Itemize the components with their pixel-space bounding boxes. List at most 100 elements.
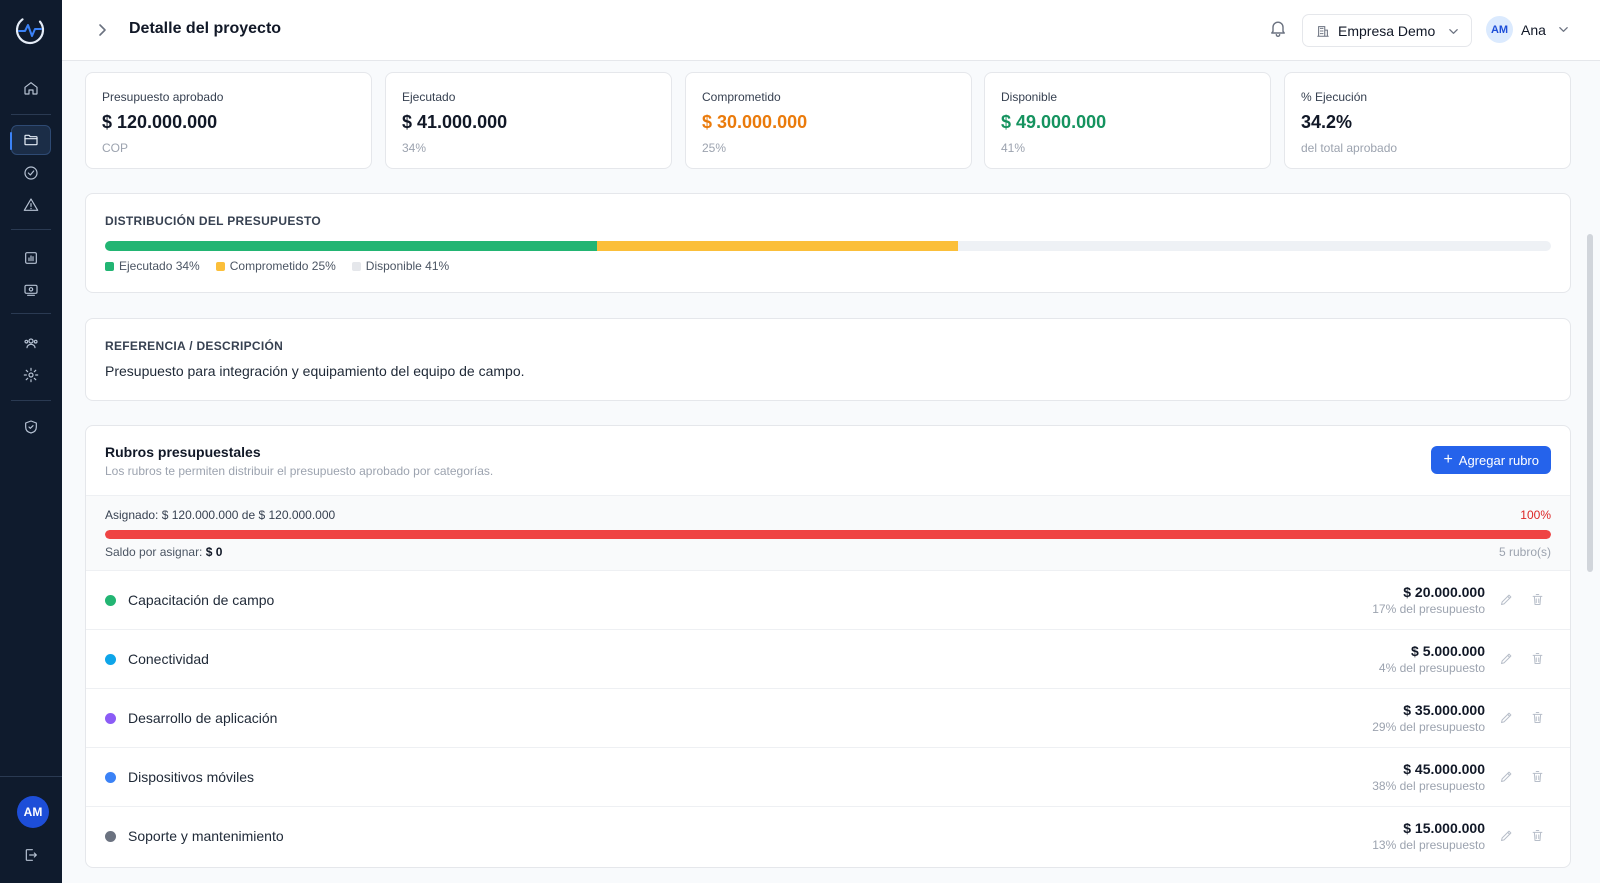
settings-icon — [23, 367, 39, 383]
edit-icon[interactable] — [1499, 710, 1514, 725]
sidebar-divider — [0, 776, 62, 777]
reference-panel: REFERENCIA / DESCRIPCIÓN Presupuesto par… — [85, 318, 1571, 401]
legend-swatch — [351, 261, 361, 271]
rubro-amount: $ 45.000.000 — [1403, 761, 1485, 777]
sidebar-item-settings[interactable] — [11, 360, 51, 390]
add-rubro-button[interactable]: + Agregar rubro — [1431, 446, 1551, 474]
stat-value: $ 120.000.000 — [102, 112, 218, 132]
stat-label: Comprometido — [702, 90, 781, 104]
rubro-color-dot — [105, 713, 116, 724]
folder-icon — [24, 134, 38, 146]
sidebar-divider — [11, 229, 51, 230]
rubro-list: Capacitación de campo $ 20.000.000 17% del… — [86, 571, 1570, 866]
stat-card-available: Disponible $ 49.000.000 41% — [984, 72, 1271, 169]
sidebar-item-home[interactable] — [11, 73, 51, 103]
legend-swatch — [215, 261, 225, 271]
distribution-segment — [105, 241, 597, 251]
sidebar-item-logout[interactable] — [11, 840, 51, 870]
users-icon — [24, 338, 38, 349]
rubro-percent: 38% del presupuesto — [1372, 779, 1485, 793]
app-logo-icon[interactable] — [13, 13, 47, 47]
plus-icon: + — [1443, 451, 1453, 468]
rubros-title: Rubros presupuestales — [105, 444, 261, 460]
user-menu[interactable]: AM Ana — [1486, 16, 1569, 43]
legend-item: Comprometido 25% — [215, 259, 336, 273]
alert-triangle-icon — [23, 198, 39, 211]
assigned-progress-fill — [105, 530, 1551, 539]
stat-sub: 25% — [702, 141, 727, 155]
check-circle-icon — [24, 166, 38, 180]
sidebar-item-team[interactable] — [11, 328, 51, 358]
saldo-value: $ 0 — [205, 545, 223, 559]
legend-label: Comprometido 25% — [229, 259, 336, 273]
rubro-amount: $ 5.000.000 — [1411, 643, 1485, 659]
saldo-label: Saldo por asignar: — [105, 545, 203, 559]
chevron-right-icon[interactable] — [94, 22, 110, 38]
stat-value: 34.2% — [1301, 112, 1353, 132]
legend-item: Disponible 41% — [351, 259, 450, 273]
shield-check-icon — [25, 420, 37, 434]
rubro-percent: 13% del presupuesto — [1372, 838, 1485, 852]
distribution-panel: DISTRIBUCIÓN DEL PRESUPUESTO Ejecutado 3… — [85, 193, 1571, 293]
distribution-legend: Ejecutado 34% Comprometido 25% Disponible … — [105, 259, 449, 273]
rubro-row[interactable]: Dispositivos móviles $ 45.000.000 38% del … — [86, 748, 1570, 807]
sidebar-item-projects[interactable] — [10, 125, 51, 155]
trash-icon[interactable] — [1530, 651, 1545, 666]
rubros-panel: Rubros presupuestales Los rubros te perm… — [85, 425, 1571, 868]
avatar[interactable]: AM — [17, 796, 49, 828]
stat-card-approved: Presupuesto aprobado $ 120.000.000 COP — [85, 72, 372, 169]
sidebar-item-reports[interactable] — [11, 243, 51, 273]
legend-swatch — [105, 261, 114, 271]
edit-icon[interactable] — [1499, 828, 1514, 843]
distribution-segment — [596, 241, 959, 251]
avatar: AM — [1486, 16, 1513, 43]
rubro-row[interactable]: Conectividad $ 5.000.000 4% del presupuest… — [86, 630, 1570, 689]
scrollbar[interactable] — [1587, 234, 1593, 572]
sidebar-item-alerts[interactable] — [11, 190, 51, 220]
rubros-header: Rubros presupuestales Los rubros te perm… — [86, 426, 1570, 495]
stat-sub: del total aprobado — [1301, 141, 1398, 155]
rubro-row[interactable]: Soporte y mantenimiento $ 15.000.000 13% d… — [86, 807, 1570, 866]
rubro-name: Conectividad — [128, 651, 209, 667]
rubro-row[interactable]: Desarrollo de aplicación $ 35.000.000 29% … — [86, 689, 1570, 748]
bar-chart-icon — [25, 252, 37, 264]
assigned-progress-bar — [105, 530, 1551, 539]
edit-icon[interactable] — [1499, 592, 1514, 607]
rubro-name: Desarrollo de aplicación — [128, 710, 278, 726]
rubro-name: Dispositivos móviles — [128, 769, 255, 785]
legend-label: Disponible 41% — [365, 259, 450, 273]
company-name: Empresa Demo — [1338, 22, 1436, 39]
trash-icon[interactable] — [1530, 592, 1545, 607]
stat-card-executed: Ejecutado $ 41.000.000 34% — [385, 72, 672, 169]
chevron-down-icon — [1559, 27, 1568, 32]
rubro-amount: $ 35.000.000 — [1403, 702, 1485, 718]
sidebar-divider — [11, 400, 51, 401]
trash-icon[interactable] — [1530, 828, 1545, 843]
stat-label: % Ejecución — [1301, 90, 1368, 104]
rubro-row[interactable]: Capacitación de campo $ 20.000.000 17% del… — [86, 571, 1570, 630]
rubro-percent: 17% del presupuesto — [1372, 602, 1485, 616]
assigned-text: Asignado: $ 120.000.000 de $ 120.000.000 — [105, 508, 336, 522]
stat-label: Disponible — [1001, 90, 1058, 104]
sidebar-item-security[interactable] — [11, 412, 51, 442]
edit-icon[interactable] — [1499, 769, 1514, 784]
stat-sub: 41% — [1001, 141, 1026, 155]
reference-text: Presupuesto para integración y equipamie… — [105, 363, 525, 379]
edit-icon[interactable] — [1499, 651, 1514, 666]
stat-sub: COP — [102, 141, 129, 155]
sidebar-item-tasks[interactable] — [11, 158, 51, 188]
legend-item: Ejecutado 34% — [105, 259, 200, 273]
sidebar: AM — [0, 0, 62, 883]
saldo-text: Saldo por asignar: $ 0 — [105, 545, 222, 559]
trash-icon[interactable] — [1530, 769, 1545, 784]
page-title: Detalle del proyecto — [129, 20, 282, 37]
distribution-bar — [105, 241, 1551, 251]
topbar: Detalle del proyecto Empresa Demo AM Ana — [62, 0, 1600, 61]
trash-icon[interactable] — [1530, 710, 1545, 725]
company-selector[interactable]: Empresa Demo — [1302, 14, 1472, 47]
stat-value: $ 49.000.000 — [1001, 112, 1107, 132]
bell-icon[interactable] — [1268, 18, 1288, 38]
sidebar-item-finance[interactable] — [11, 275, 51, 305]
rubro-percent: 4% del presupuesto — [1378, 661, 1485, 675]
stat-label: Ejecutado — [402, 90, 456, 104]
